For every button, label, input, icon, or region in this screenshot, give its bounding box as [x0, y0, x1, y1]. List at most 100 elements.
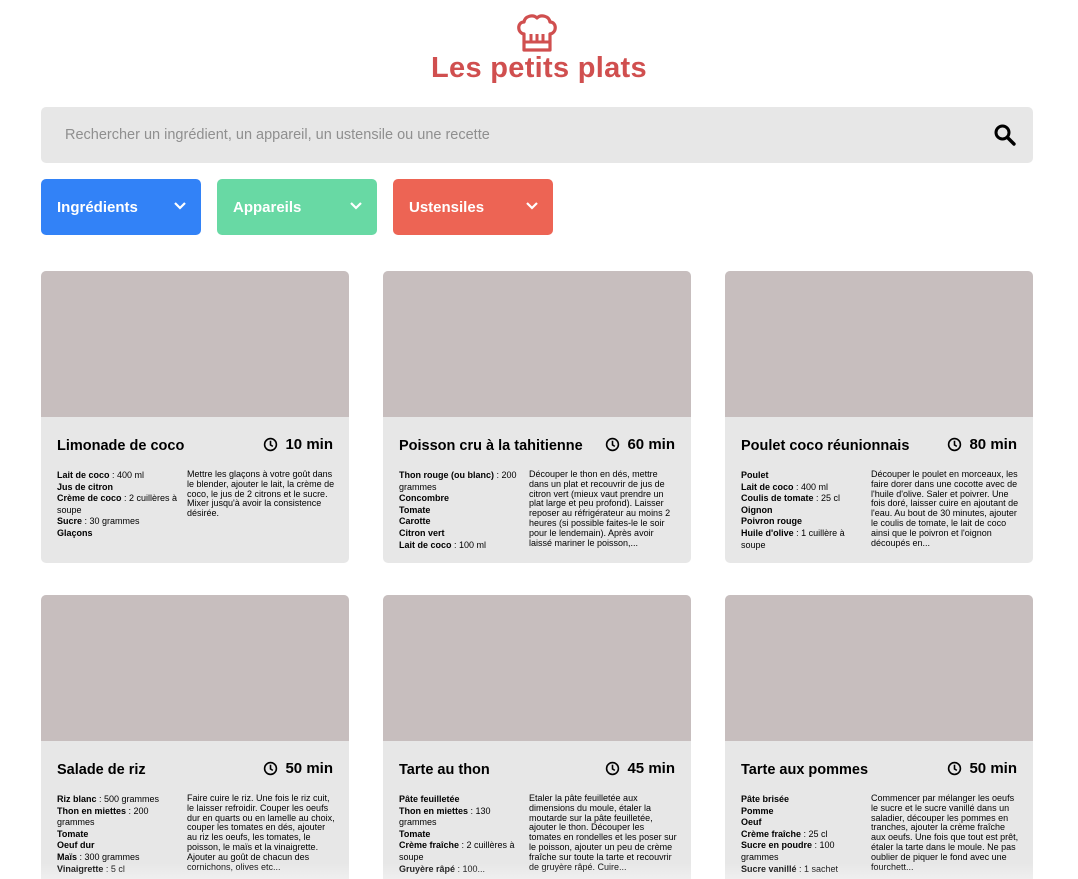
- recipe-card[interactable]: Salade de riz 50 min Riz blanc : 500 gramm…: [41, 595, 349, 879]
- filter-ingredients-label: Ingrédients: [57, 198, 138, 216]
- ingredient-item: Lait de coco : 400 ml: [741, 482, 865, 494]
- ingredient-item: Crème fraîche : 25 cl: [741, 829, 865, 841]
- ingredient-item: Crème de coco : 2 cuillères à soupe: [57, 493, 181, 516]
- recipe-card[interactable]: Poulet coco réunionnais 80 min Poulet Lait …: [725, 271, 1033, 563]
- search-input[interactable]: [41, 107, 993, 163]
- recipe-time-value: 60 min: [627, 436, 675, 453]
- ingredient-item: Oeuf dur: [57, 840, 181, 852]
- ingredient-name: Tomate: [399, 828, 431, 839]
- ingredient-item: Thon en miettes : 200 grammes: [57, 806, 181, 829]
- ingredient-name: Oignon: [741, 504, 773, 515]
- ingredient-quantity: : 300 grammes: [77, 851, 140, 862]
- ingredient-name: Citron vert: [399, 527, 445, 538]
- site-title: Les petits plats: [431, 52, 647, 84]
- ingredient-quantity: : 25 cl: [801, 828, 828, 839]
- ingredient-item: Sucre : 30 grammes: [57, 516, 181, 528]
- recipe-card[interactable]: Tarte au thon 45 min Pâte feuilletée Thon e…: [383, 595, 691, 879]
- ingredient-name: Maïs: [57, 851, 78, 862]
- ingredient-item: Oignon: [741, 505, 865, 517]
- recipe-title: Tarte au thon: [399, 762, 490, 778]
- recipe-image: [383, 595, 691, 741]
- ingredient-quantity: : 5 cl: [103, 863, 125, 874]
- ingredient-name: Coulis de tomate: [741, 493, 814, 504]
- recipe-title: Poisson cru à la tahitienne: [399, 438, 583, 454]
- ingredient-item: Tomate: [57, 829, 181, 841]
- chevron-down-icon: [526, 202, 538, 210]
- clock-icon: [264, 437, 278, 452]
- ingredient-item: Pâte brisée: [741, 794, 865, 806]
- ingredient-name: Lait de coco: [741, 481, 794, 492]
- recipe-title: Tarte aux pommes: [741, 762, 869, 778]
- ingredient-name: Huile d'olive: [741, 527, 794, 538]
- ingredient-item: Riz blanc : 500 grammes: [57, 794, 181, 806]
- ingredient-name: Gruyère râpé: [399, 863, 456, 874]
- ingredient-item: Maïs : 300 grammes: [57, 852, 181, 864]
- recipe-title: Salade de riz: [57, 762, 146, 778]
- clock-icon: [606, 437, 620, 452]
- ingredient-name: Thon en miettes: [399, 805, 469, 816]
- recipe-description: Découper le thon en dés, mettre dans un …: [529, 470, 671, 548]
- clock-icon: [606, 761, 620, 776]
- search-icon[interactable]: [993, 123, 1017, 147]
- ingredient-name: Oeuf dur: [57, 840, 95, 851]
- ingredient-name: Sucre en poudre: [741, 840, 813, 851]
- recipe-card[interactable]: Tarte aux pommes 50 min Pâte brisée Pomme Oe…: [725, 595, 1033, 879]
- recipe-time-value: 50 min: [969, 760, 1017, 777]
- ingredient-name: Pâte feuilletée: [399, 794, 460, 804]
- ingredient-quantity: : 25 cl: [813, 493, 841, 504]
- ingredient-name: Lait de coco: [399, 539, 452, 550]
- ingredient-item: Poivron rouge: [741, 516, 865, 528]
- filter-ustensiles-button[interactable]: Ustensiles: [393, 179, 553, 235]
- recipe-time-value: 80 min: [969, 436, 1017, 453]
- recipe-ingredients: Pâte feuilletée Thon en miettes : 130 gra…: [399, 794, 523, 875]
- recipe-ingredients: Lait de coco : 400 ml Jus de citron Crème …: [57, 470, 181, 540]
- ingredient-item: Pâte feuilletée: [399, 794, 523, 806]
- ingredient-item: Pomme: [741, 806, 865, 818]
- ingredient-item: Oeuf: [741, 817, 865, 829]
- recipe-image: [41, 595, 349, 741]
- clock-icon: [948, 437, 962, 452]
- recipe-time: 60 min: [605, 436, 675, 453]
- recipe-description: Etaler la pâte feuilletée aux dimensions…: [529, 794, 677, 872]
- recipe-card[interactable]: Poisson cru à la tahitienne 60 min Thon ro…: [383, 271, 691, 563]
- chevron-down-icon: [174, 202, 186, 210]
- ingredient-name: Crème de coco: [57, 493, 122, 504]
- recipe-title: Poulet coco réunionnais: [741, 438, 910, 454]
- recipe-time: 80 min: [947, 436, 1017, 453]
- recipe-image: [41, 271, 349, 417]
- recipe-description: Mettre les glaçons à votre goût dans le …: [187, 470, 335, 519]
- filter-ingredients-button[interactable]: Ingrédients: [41, 179, 201, 235]
- ingredient-name: Lait de coco: [57, 470, 110, 480]
- ingredient-quantity: : 100 ml: [451, 539, 487, 550]
- recipe-time: 45 min: [605, 760, 675, 777]
- filter-appareils-button[interactable]: Appareils: [217, 179, 377, 235]
- ingredient-item: Lait de coco : 400 ml: [57, 470, 181, 482]
- ingredient-item: Glaçons: [57, 528, 181, 540]
- recipe-time-value: 45 min: [627, 760, 675, 777]
- ingredient-item: Citron vert: [399, 528, 523, 540]
- ingredient-name: Oeuf: [741, 817, 762, 828]
- ingredient-item: Gruyère râpé : 100...: [399, 864, 523, 876]
- recipe-ingredients: Riz blanc : 500 grammes Thon en miettes :…: [57, 794, 181, 875]
- recipe-image: [725, 271, 1033, 417]
- ingredient-item: Tomate: [399, 505, 523, 517]
- recipe-ingredients: Pâte brisée Pomme Oeuf Crème fraîche : 25 c…: [741, 794, 865, 875]
- recipe-ingredients: Poulet Lait de coco : 400 ml Coulis de tom…: [741, 470, 865, 551]
- ingredient-name: Glaçons: [57, 527, 93, 538]
- recipe-title: Limonade de coco: [57, 438, 185, 454]
- recipe-image: [725, 595, 1033, 741]
- ingredient-item: Concombre: [399, 493, 523, 505]
- ingredient-quantity: : 100...: [455, 863, 486, 874]
- ingredient-name: Sucre: [57, 516, 83, 527]
- recipe-ingredients: Thon rouge (ou blanc) : 200 grammes Conco…: [399, 470, 523, 551]
- recipe-time: 50 min: [947, 760, 1017, 777]
- ingredient-item: Tomate: [399, 829, 523, 841]
- ingredient-quantity: : 30 grammes: [82, 516, 140, 527]
- ingredient-name: Tomate: [399, 504, 431, 515]
- ingredient-name: Poulet: [741, 470, 769, 480]
- ingredient-quantity: : 500 grammes: [96, 794, 160, 804]
- filter-appareils-label: Appareils: [233, 198, 302, 216]
- recipe-card[interactable]: Limonade de coco 10 min Lait de coco : 400…: [41, 271, 349, 563]
- ingredient-name: Tomate: [57, 828, 89, 839]
- recipe-description: Commencer par mélanger les oeufs le sucr…: [871, 794, 1019, 872]
